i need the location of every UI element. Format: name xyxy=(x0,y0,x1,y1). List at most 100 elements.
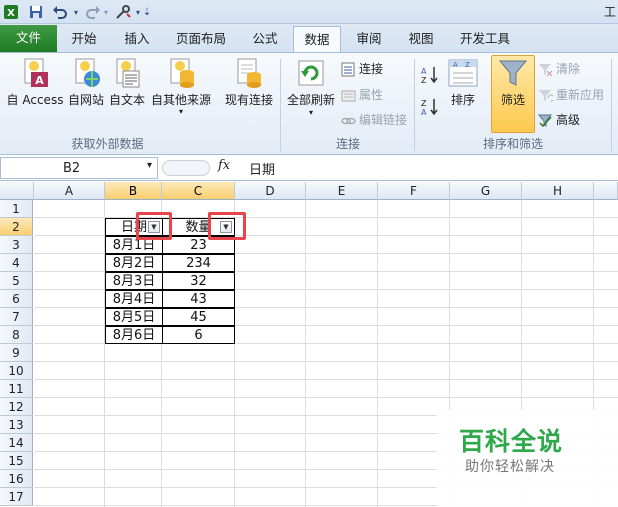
sort-descending-button[interactable]: ZA xyxy=(420,97,442,117)
gridline-vertical xyxy=(377,200,378,507)
sort-button[interactable]: AZ 排序 xyxy=(444,57,482,108)
fx-icon[interactable]: fx xyxy=(218,158,230,173)
from-other-sources-button[interactable]: 自其他来源 ▾ xyxy=(149,57,213,116)
access-icon: A xyxy=(24,58,48,87)
svg-text:X: X xyxy=(7,8,15,19)
column-header-d[interactable]: D xyxy=(235,182,306,200)
reapply-filter-button[interactable]: 重新应用 xyxy=(538,85,604,105)
web-icon xyxy=(75,58,100,87)
from-web-button[interactable]: 自网站 xyxy=(62,57,110,108)
existing-connections-button[interactable]: 现有连接 xyxy=(221,57,277,108)
svg-text:A: A xyxy=(453,61,458,69)
text-file-icon xyxy=(116,58,140,88)
cell-date[interactable]: 8月4日 xyxy=(105,290,163,308)
row-header[interactable]: 15 xyxy=(0,452,33,470)
tab-data[interactable]: 数据 xyxy=(293,26,341,52)
name-box[interactable]: B2 ▾ xyxy=(0,157,158,179)
watermark-title: 百科全说 xyxy=(459,427,564,456)
row-header[interactable]: 7 xyxy=(0,308,33,326)
from-access-button[interactable]: A 自 Access xyxy=(2,57,68,108)
svg-text:A: A xyxy=(421,108,427,117)
formula-bar: B2 ▾ fx 日期 xyxy=(0,156,618,181)
column-header-a[interactable]: A xyxy=(34,182,105,200)
tab-formulas[interactable]: 公式 xyxy=(243,26,287,52)
svg-text:Z: Z xyxy=(421,76,427,85)
cell-qty[interactable]: 234 xyxy=(162,254,235,272)
existing-connections-icon xyxy=(237,58,261,88)
row-header[interactable]: 8 xyxy=(0,326,33,344)
row-header[interactable]: 6 xyxy=(0,290,33,308)
formula-input[interactable]: 日期 xyxy=(249,159,275,178)
customize-icon[interactable] xyxy=(113,3,133,21)
row-header[interactable]: 12 xyxy=(0,398,33,416)
cell-date[interactable]: 8月5日 xyxy=(105,308,163,326)
cell-date[interactable]: 8月2日 xyxy=(105,254,163,272)
ribbon-data: A 自 Access 自网站 自文本 自其他来源 ▾ 获取外部数据 现有连接 全… xyxy=(0,52,618,155)
tab-home[interactable]: 开始 xyxy=(62,26,106,52)
undo-dropdown-icon[interactable]: ▾ xyxy=(72,3,80,21)
redo-dropdown-icon[interactable]: ▾ xyxy=(102,3,110,21)
quick-access-menu-icon[interactable]: ⇣ xyxy=(143,3,151,21)
ribbon-separator xyxy=(414,59,415,151)
tab-page-layout[interactable]: 页面布局 xyxy=(170,26,232,52)
gridline-horizontal xyxy=(34,397,618,398)
properties-icon xyxy=(341,90,356,101)
tab-file[interactable]: 文件 xyxy=(0,25,57,52)
row-header[interactable]: 14 xyxy=(0,434,33,452)
save-icon[interactable] xyxy=(27,3,45,21)
edit-links-button[interactable]: 编辑链接 xyxy=(341,110,407,130)
row-header[interactable]: 3 xyxy=(0,236,33,254)
cell-qty[interactable]: 6 xyxy=(162,326,235,344)
properties-button[interactable]: 属性 xyxy=(341,85,383,105)
clear-filter-button[interactable]: 清除 xyxy=(538,59,580,79)
row-header[interactable]: 13 xyxy=(0,416,33,434)
row-header[interactable]: 1 xyxy=(0,200,33,218)
column-header-g[interactable]: G xyxy=(450,182,522,200)
excel-window: X ▾ ▾ ▾ ⇣ 工 文件 开始 插入 页面布局 公式 数据 审阅 视图 开发… xyxy=(0,0,618,507)
from-text-button[interactable]: 自文本 xyxy=(107,57,147,108)
column-header-next[interactable] xyxy=(594,182,618,200)
filter-funnel-icon xyxy=(498,60,528,86)
row-header[interactable]: 11 xyxy=(0,380,33,398)
svg-text:Z: Z xyxy=(465,61,470,69)
undo-icon[interactable] xyxy=(49,3,71,21)
row-header[interactable]: 4 xyxy=(0,254,33,272)
tab-view[interactable]: 视图 xyxy=(399,26,443,52)
refresh-all-button[interactable]: 全部刷新 ▾ xyxy=(284,57,338,118)
column-header-b[interactable]: B xyxy=(105,182,162,200)
customize-dropdown-icon[interactable]: ▾ xyxy=(134,3,142,21)
highlight-box-date-filter xyxy=(136,212,172,240)
refresh-icon xyxy=(298,60,324,86)
cell-qty[interactable]: 32 xyxy=(162,272,235,290)
column-header-c[interactable]: C xyxy=(162,182,235,200)
sort-za-icon: ZA xyxy=(421,99,438,117)
row-header[interactable]: 5 xyxy=(0,272,33,290)
sort-ascending-button[interactable]: AZ xyxy=(420,65,442,85)
row-header[interactable]: 10 xyxy=(0,362,33,380)
cell-qty[interactable]: 43 xyxy=(162,290,235,308)
formula-bar-expand-handle[interactable] xyxy=(162,160,210,176)
row-header[interactable]: 16 xyxy=(0,470,33,488)
group-label-connections: 连接 xyxy=(335,137,360,151)
column-header-e[interactable]: E xyxy=(306,182,378,200)
cell-qty[interactable]: 45 xyxy=(162,308,235,326)
connections-button[interactable]: 连接 xyxy=(341,59,383,79)
ribbon-separator xyxy=(611,59,612,151)
cell-date[interactable]: 8月3日 xyxy=(105,272,163,290)
column-header-f[interactable]: F xyxy=(378,182,450,200)
link-icon xyxy=(341,117,356,124)
row-header[interactable]: 9 xyxy=(0,344,33,362)
row-header[interactable]: 2 xyxy=(0,218,33,236)
row-header[interactable]: 17 xyxy=(0,488,33,506)
column-header-h[interactable]: H xyxy=(522,182,594,200)
tab-developer[interactable]: 开发工具 xyxy=(450,26,520,52)
advanced-filter-button[interactable]: 高级 xyxy=(538,110,580,130)
filter-button[interactable]: 筛选 xyxy=(491,57,535,108)
chevron-down-icon[interactable]: ▾ xyxy=(147,160,152,171)
tab-insert[interactable]: 插入 xyxy=(115,26,159,52)
redo-icon[interactable] xyxy=(84,3,102,21)
tab-review[interactable]: 审阅 xyxy=(347,26,391,52)
select-all-corner[interactable] xyxy=(0,182,34,200)
cell-date[interactable]: 8月6日 xyxy=(105,326,163,344)
ribbon-separator xyxy=(280,59,281,151)
